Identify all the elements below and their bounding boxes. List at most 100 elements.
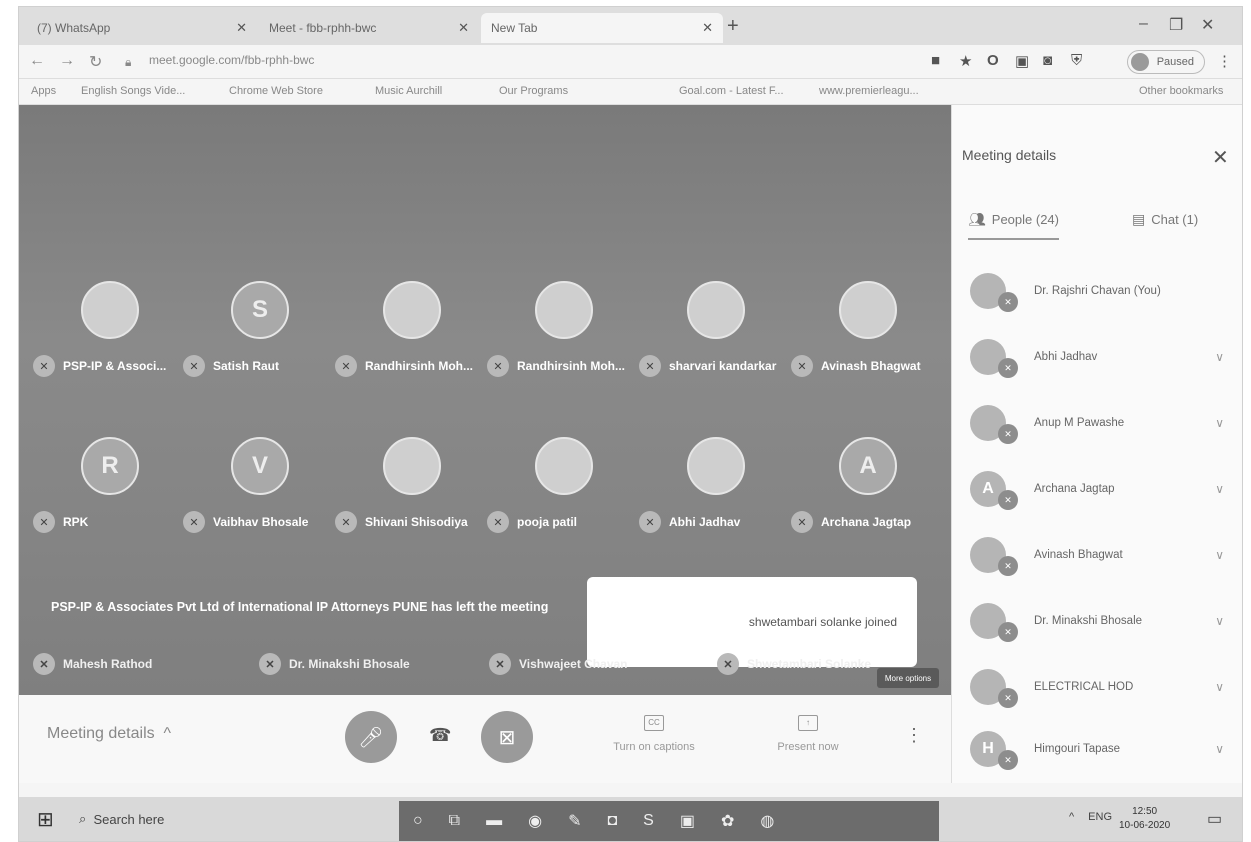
skype-icon[interactable]: S <box>643 812 654 830</box>
meeting-details-toggle[interactable]: Meeting details ^ <box>47 725 171 743</box>
participant-tile[interactable]: ✕ Mahesh Rathod <box>33 653 152 675</box>
tab-title: (7) WhatsApp <box>37 21 111 35</box>
participant-tile[interactable]: A ✕ Archana Jagtap <box>791 437 941 557</box>
bookmark-item[interactable]: Goal.com - Latest F... <box>679 85 784 97</box>
menu-icon[interactable]: ⋮ <box>1217 52 1232 70</box>
app-icon[interactable]: ◍ <box>760 811 774 831</box>
meeting-grid: ✕ PSP-IP & Associ... S ✕ Satish Raut ✕ Rand… <box>19 105 951 695</box>
chevron-down-icon[interactable]: ∨ <box>1215 350 1224 364</box>
media-icon[interactable]: ▣ <box>680 811 695 831</box>
mic-toggle-button[interactable]: 🎤︎ <box>345 711 397 763</box>
participant-tile[interactable]: ✕ PSP-IP & Associ... <box>33 281 183 401</box>
participant-row[interactable]: ✕ Abhi Jadhav ∨ <box>970 327 1230 387</box>
notification-icon[interactable]: ▭ <box>1207 809 1222 829</box>
participant-name: Anup M Pawashe <box>1034 417 1125 429</box>
mic-off-icon: ✕ <box>259 653 281 675</box>
chevron-down-icon[interactable]: ∨ <box>1215 416 1224 430</box>
participant-tile[interactable]: ✕ Avinash Bhagwat <box>791 281 941 401</box>
camera-icon[interactable]: ■ <box>931 52 940 69</box>
chevron-up-icon[interactable]: ^ <box>1069 811 1074 823</box>
url-field[interactable]: meet.google.com/fbb-rphh-bwc <box>149 53 314 67</box>
lang-indicator[interactable]: ENG <box>1088 811 1112 823</box>
participant-tile[interactable]: ✕ Shwetambari Solanke <box>717 653 871 675</box>
close-icon[interactable]: ✕ <box>702 20 713 36</box>
participant-tile[interactable]: R ✕ RPK <box>33 437 183 557</box>
more-options-button[interactable]: More options <box>877 668 939 688</box>
chrome-icon[interactable]: ◉ <box>528 811 542 831</box>
present-label: Present now <box>777 741 839 753</box>
participant-tile[interactable]: ✕ Dr. Minakshi Bhosale <box>259 653 410 675</box>
tab-people[interactable]: 👥︎ People (24) <box>968 211 1059 240</box>
participant-tile[interactable]: ✕ sharvari kandarkar <box>639 281 789 401</box>
captions-label: Turn on captions <box>613 741 695 753</box>
more-options-icon[interactable]: ⋮ <box>905 725 923 746</box>
tab-meet[interactable]: Meet - fbb-rphh-bwc ✕ <box>259 13 479 43</box>
paint-icon[interactable]: ✎ <box>568 811 581 831</box>
windows-start-icon[interactable]: ⊞ <box>37 807 54 832</box>
chevron-up-icon: ^ <box>159 725 172 742</box>
camera-toggle-button[interactable]: ⊠ <box>481 711 533 763</box>
back-icon[interactable]: ← <box>29 52 45 70</box>
clock[interactable]: 12:50 10-06-2020 <box>1119 805 1170 833</box>
chevron-down-icon[interactable]: ∨ <box>1215 742 1224 756</box>
participant-row[interactable]: ✕ Dr. Rajshri Chavan (You) <box>970 261 1230 321</box>
bookmark-item[interactable]: www.premierleagu... <box>819 85 919 97</box>
extension-icon[interactable]: ▣ <box>1015 52 1029 70</box>
participant-row[interactable]: ✕ Avinash Bhagwat ∨ <box>970 525 1230 585</box>
participant-tile[interactable]: ✕ Vishwajeet Chavan <box>489 653 628 675</box>
bookmark-apps[interactable]: Apps <box>31 85 56 97</box>
maximize-icon[interactable]: ❐ <box>1169 15 1183 35</box>
hang-up-button[interactable]: ☎︎ <box>429 725 451 746</box>
taskbar-search[interactable]: ⌕ Search here <box>79 811 164 827</box>
participant-row[interactable]: ✕ Dr. Minakshi Bhosale ∨ <box>970 591 1230 651</box>
present-button[interactable]: ↑ Present now <box>753 715 863 753</box>
close-icon[interactable]: ✕ <box>236 20 247 36</box>
tab-chat[interactable]: ▤ Chat (1) <box>1132 211 1198 228</box>
close-window-icon[interactable]: ✕ <box>1201 15 1214 35</box>
opera-icon[interactable]: O <box>987 52 999 69</box>
participant-tile[interactable]: V ✕ Vaibhav Bhosale <box>183 437 333 557</box>
star-icon[interactable]: ★ <box>959 52 972 70</box>
reload-icon[interactable]: ↻ <box>89 52 102 72</box>
participant-tile[interactable]: ✕ Randhirsinh Moh... <box>335 281 485 401</box>
bookmark-item[interactable]: English Songs Vide... <box>81 85 185 97</box>
participant-row[interactable]: ✕ ELECTRICAL HOD ∨ <box>970 657 1230 717</box>
mic-off-icon: ✕ <box>791 511 813 533</box>
chevron-down-icon[interactable]: ∨ <box>1215 614 1224 628</box>
cortana-icon[interactable]: ○ <box>413 812 423 830</box>
chevron-down-icon[interactable]: ∨ <box>1215 482 1224 496</box>
new-tab-icon[interactable]: + <box>727 15 739 38</box>
participant-row[interactable]: ✕ Anup M Pawashe ∨ <box>970 393 1230 453</box>
app-icon[interactable]: ✿ <box>721 811 734 831</box>
participant-row[interactable]: H ✕ Himgouri Tapase ∨ <box>970 719 1230 779</box>
tab-title: New Tab <box>491 21 538 35</box>
bookmark-item[interactable]: Music Aurchill <box>375 85 442 97</box>
task-view-icon[interactable]: ⧉ <box>449 812 460 830</box>
close-icon[interactable]: ✕ <box>458 20 469 36</box>
participant-tile[interactable]: ✕ Shivani Shisodiya <box>335 437 485 557</box>
participant-name: Himgouri Tapase <box>1034 743 1121 755</box>
file-explorer-icon[interactable]: ▬ <box>486 812 502 830</box>
captions-button[interactable]: CC Turn on captions <box>599 715 709 753</box>
profile-button[interactable]: Paused <box>1127 50 1205 74</box>
tab-new-tab[interactable]: New Tab ✕ <box>481 13 723 43</box>
forward-icon[interactable]: → <box>59 52 75 70</box>
participant-tile[interactable]: ✕ Randhirsinh Moh... <box>487 281 637 401</box>
pocket-icon[interactable]: ◙ <box>1043 52 1052 69</box>
chevron-down-icon[interactable]: ∨ <box>1215 548 1224 562</box>
bookmark-other[interactable]: Other bookmarks <box>1139 85 1223 97</box>
participant-tile[interactable]: ✕ pooja patil <box>487 437 637 557</box>
close-icon[interactable]: ✕ <box>1212 145 1229 170</box>
bookmark-item[interactable]: Chrome Web Store <box>229 85 323 97</box>
participant-tile[interactable]: S ✕ Satish Raut <box>183 281 333 401</box>
participant-tile[interactable]: ✕ Abhi Jadhav <box>639 437 789 557</box>
camera-app-icon[interactable]: ◘ <box>607 812 617 830</box>
shield-icon[interactable]: ⛨ <box>1071 52 1082 69</box>
participant-row[interactable]: A ✕ Archana Jagtap ∨ <box>970 459 1230 519</box>
bookmark-item[interactable]: Our Programs <box>499 85 568 97</box>
avatar <box>535 437 593 495</box>
minimize-icon[interactable]: – <box>1139 15 1148 33</box>
chevron-down-icon[interactable]: ∨ <box>1215 680 1224 694</box>
people-icon: 👥︎ <box>968 211 986 227</box>
tab-whatsapp[interactable]: (7) WhatsApp ✕ <box>27 13 257 43</box>
